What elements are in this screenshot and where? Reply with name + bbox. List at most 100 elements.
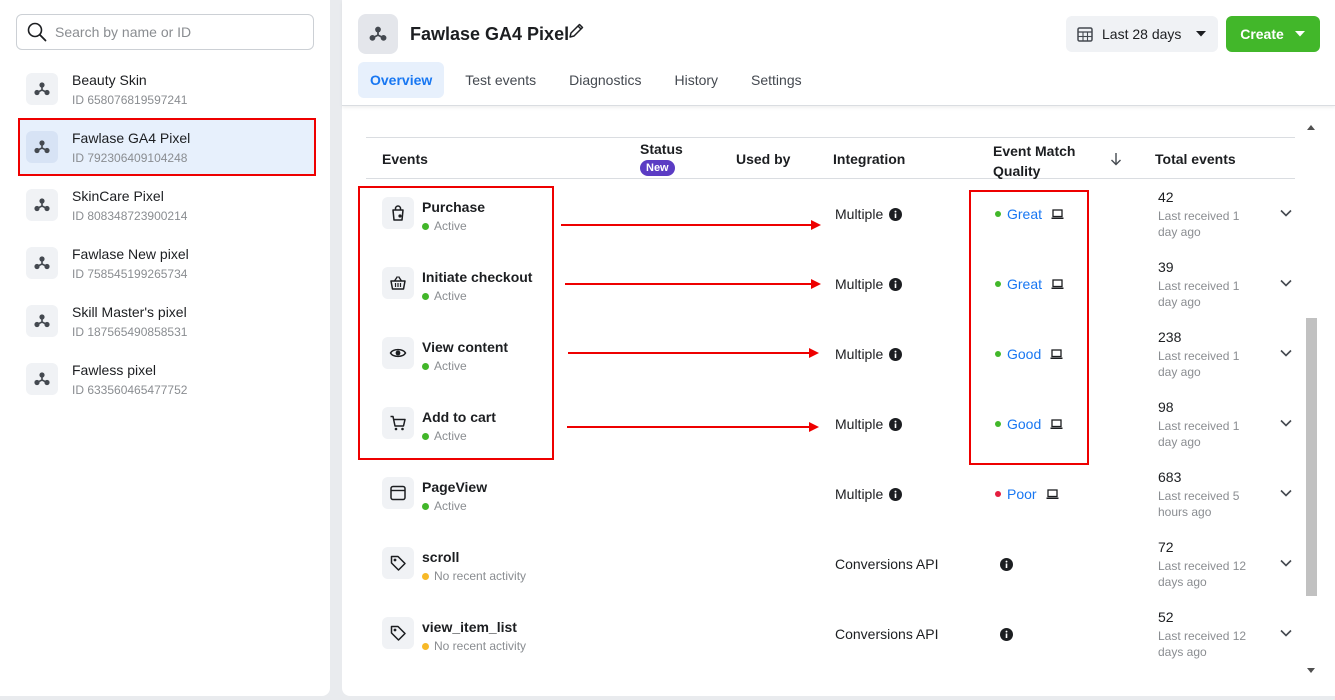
create-button[interactable]: Create [1226,16,1320,52]
col-event-match-quality[interactable]: Event Match Quality [993,141,1075,181]
col-status[interactable]: Status New [640,141,683,176]
table-row[interactable]: scroll No recent activity Conversions AP… [366,529,1295,599]
pixel-id: ID 633560465477752 [72,382,188,397]
integration-cell: Multiple [835,486,903,502]
pixel-id: ID 187565490858531 [72,324,188,339]
pixel-item[interactable]: Fawlase New pixel ID 758545199265734 [16,234,316,292]
pixel-icon [26,189,58,221]
table-row[interactable]: view_item_list No recent activity Conver… [366,599,1295,669]
pixel-name: Skill Master's pixel [72,303,187,320]
pixel-item[interactable]: Fawless pixel ID 633560465477752 [16,350,316,408]
integration-cell: Conversions API [835,556,939,572]
pixel-id: ID 758545199265734 [72,266,188,281]
caret-down-icon [1196,31,1207,37]
pixel-item[interactable]: Beauty Skin ID 658076819597241 [16,60,316,118]
tab-diagnostics[interactable]: Diagnostics [557,62,653,98]
last-received: Last received 12 days ago [1158,629,1247,659]
total-events: 238 Last received 1 day ago [1158,329,1258,380]
chevron-down-icon[interactable] [1280,349,1292,357]
info-icon[interactable] [889,487,903,501]
scroll-thumb[interactable] [1306,318,1317,596]
emq-label[interactable]: Poor [1007,486,1037,502]
tab-test-events[interactable]: Test events [453,62,548,98]
date-range-button[interactable]: Last 28 days [1066,16,1218,52]
pixel-item-selected[interactable]: Fawlase GA4 Pixel ID 792306409104248 [18,118,316,176]
pixel-id: ID 808348723900214 [72,208,188,223]
chevron-down-icon[interactable] [1280,419,1292,427]
page-title: Fawlase GA4 Pixel [410,24,570,44]
chevron-down-icon[interactable] [1280,629,1292,637]
sort-down-icon[interactable] [1110,152,1122,166]
pixel-name: Fawless pixel [72,361,157,378]
chevron-down-icon[interactable] [1280,559,1292,567]
pixel-icon [358,14,398,54]
pixel-id: ID 792306409104248 [72,150,188,165]
tab-history[interactable]: History [662,62,730,98]
pixel-icon [26,247,58,279]
integration-label: Multiple [835,486,884,502]
annotation-box-emq [969,190,1089,465]
col-status-label: Status [640,141,683,157]
col-emq-line2: Quality [993,163,1041,179]
emq-dot [995,491,1001,497]
scrollbar[interactable] [1303,120,1319,680]
last-received: Last received 1 day ago [1158,279,1240,309]
total-events: 72 Last received 12 days ago [1158,539,1258,590]
page-header: Fawlase GA4 Pixel Last 28 days Create Ov… [342,0,1335,106]
event-status-label: No recent activity [434,569,527,583]
info-icon[interactable] [889,207,903,221]
create-label: Create [1240,26,1284,42]
info-icon[interactable] [889,347,903,361]
event-status: No recent activity [422,639,526,653]
new-badge: New [640,160,675,176]
chevron-down-icon[interactable] [1280,209,1292,217]
scroll-down-icon[interactable] [1307,668,1315,674]
event-name: scroll [422,549,460,565]
info-icon[interactable] [1000,558,1013,571]
chevron-down-icon[interactable] [1280,279,1292,287]
integration-cell: Multiple [835,276,903,292]
info-icon[interactable] [889,277,903,291]
chevron-down-icon[interactable] [1280,489,1292,497]
pixel-name: Fawlase New pixel [72,245,189,262]
last-received: Last received 5 hours ago [1158,489,1240,519]
event-status: No recent activity [422,569,526,583]
last-received: Last received 1 day ago [1158,349,1240,379]
scroll-up-icon[interactable] [1307,124,1315,130]
pixel-item[interactable]: Skill Master's pixel ID 187565490858531 [16,292,316,350]
info-icon[interactable] [1000,628,1013,641]
search-box[interactable] [16,14,314,50]
integration-label: Multiple [835,416,884,432]
status-dot [422,572,429,580]
tab-overview[interactable]: Overview [358,62,445,98]
total-count: 683 [1158,469,1182,485]
annotation-arrow [568,348,819,358]
integration-cell: Conversions API [835,626,939,642]
pixel-item[interactable]: SkinCare Pixel ID 808348723900214 [16,176,316,234]
pencil-icon[interactable] [567,22,585,40]
date-range-label: Last 28 days [1102,26,1182,42]
annotation-arrow [561,220,821,230]
status-dot [422,502,429,510]
col-integration[interactable]: Integration [833,151,905,167]
col-events[interactable]: Events [382,151,428,167]
table-row[interactable]: PageView Active Multiple Poor 683 Last re… [366,459,1295,529]
laptop-icon [1046,488,1059,499]
integration-cell: Multiple [835,346,903,362]
col-used-by[interactable]: Used by [736,151,790,167]
integration-label: Conversions API [835,556,939,572]
tag-icon [382,547,414,579]
integration-label: Multiple [835,206,884,222]
integration-label: Multiple [835,276,884,292]
col-total-events[interactable]: Total events [1155,151,1236,167]
tab-settings[interactable]: Settings [739,62,814,98]
total-count: 42 [1158,189,1174,205]
total-events: 98 Last received 1 day ago [1158,399,1258,450]
info-icon[interactable] [889,417,903,431]
pixel-icon [26,305,58,337]
total-events: 42 Last received 1 day ago [1158,189,1258,240]
search-input[interactable] [55,24,295,40]
pixel-icon [26,363,58,395]
event-status-label: No recent activity [434,639,527,653]
last-received: Last received 1 day ago [1158,209,1240,239]
